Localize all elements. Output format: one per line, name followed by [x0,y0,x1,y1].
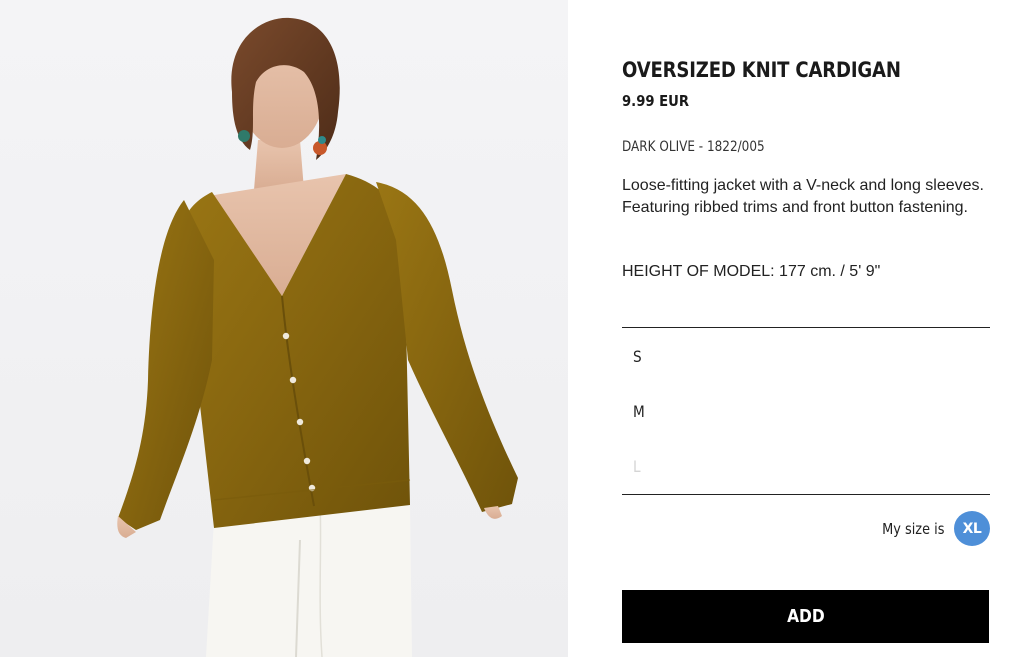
size-selector: S M L [622,329,990,494]
product-image[interactable] [0,0,568,657]
size-option-label: L [633,457,641,476]
size-list-bottom-divider [622,494,990,495]
size-option-m[interactable]: M [622,384,990,439]
size-option-s[interactable]: S [622,329,990,384]
product-description: Loose-fitting jacket with a V-neck and l… [622,177,984,216]
product-price: 9.99 EUR [622,92,690,110]
my-size-recommendation[interactable]: My size is XL [872,511,990,546]
size-option-l: L [622,439,990,494]
product-title: OVERSIZED KNIT CARDIGAN [622,58,901,82]
add-to-cart-button[interactable]: ADD [622,590,989,643]
size-option-label: M [633,402,645,421]
my-size-badge[interactable]: XL [954,511,990,546]
add-button-label: ADD [786,606,825,627]
size-list-top-divider [622,327,990,328]
model-height-info: HEIGHT OF MODEL: 177 cm. / 5' 9" [622,263,881,280]
product-color-reference: DARK OLIVE - 1822/005 [622,139,765,155]
product-photo-illustration [117,17,518,657]
size-option-label: S [633,347,642,366]
my-size-label: My size is [881,519,944,538]
product-info-panel: OVERSIZED KNIT CARDIGAN 9.99 EUR DARK OL… [622,0,990,657]
